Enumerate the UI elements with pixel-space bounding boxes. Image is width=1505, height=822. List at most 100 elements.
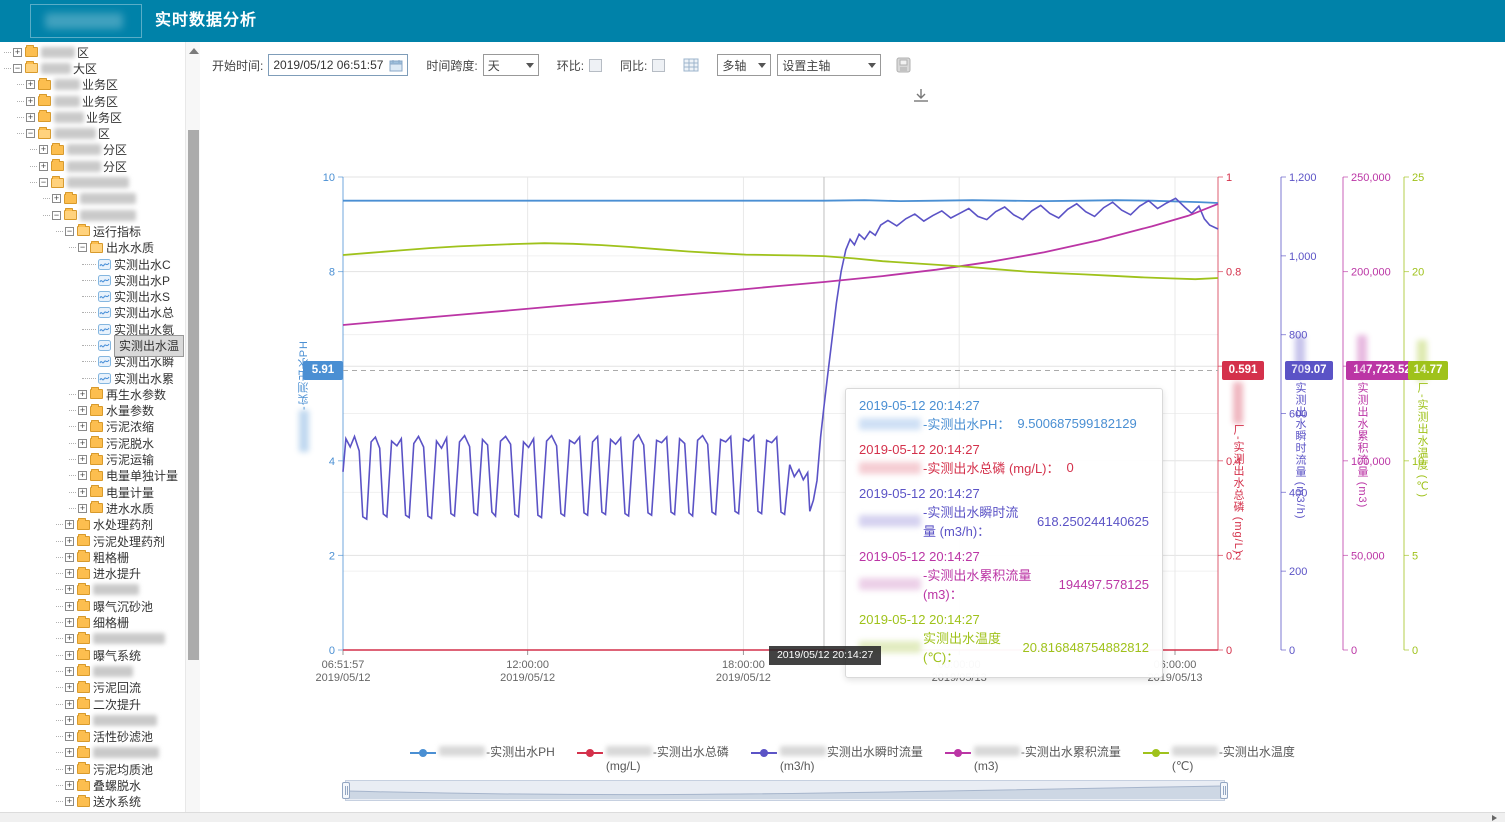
tree-item-区[interactable]: −区 — [0, 125, 185, 141]
tree-scrollbar[interactable] — [185, 42, 200, 812]
tree-item-叠螺脱水[interactable]: + 叠螺脱水 — [0, 777, 185, 793]
tree-item-label[interactable]: 污泥回流 — [93, 679, 141, 696]
expand-toggle[interactable]: + — [65, 700, 74, 709]
tree-item-实测出水S[interactable]: 实测出水S — [0, 288, 185, 304]
legend-item-实测出水PH[interactable]: -实测出水PH — [410, 745, 555, 760]
tree-item-label[interactable]: 细格栅 — [93, 614, 129, 631]
expand-toggle[interactable]: + — [65, 602, 74, 611]
tree-item-实测出水温[interactable]: 实测出水温 — [0, 337, 185, 353]
tree-item-活性砂滤池[interactable]: + 活性砂滤池 — [0, 728, 185, 744]
tree-item-label[interactable]: 运行指标 — [93, 223, 141, 240]
tree-item-水量参数[interactable]: +水量参数 — [0, 403, 185, 419]
expand-toggle[interactable]: + — [65, 667, 74, 676]
tree-item-label[interactable]: 业务区 — [82, 76, 118, 93]
legend-item-实测出水累积流量[interactable]: -实测出水累积流量(m3) — [945, 745, 1121, 773]
tree-item-曝气沉砂池[interactable]: + 曝气沉砂池 — [0, 598, 185, 614]
page-horizontal-scrollbar[interactable] — [0, 812, 1505, 822]
tree-item-大区[interactable]: − 大区 — [0, 60, 185, 76]
tree-item-label[interactable]: 区 — [98, 125, 110, 142]
tree-item-业务区[interactable]: + 业务区 — [0, 77, 185, 93]
tree-item-电量计量[interactable]: +电量计量 — [0, 484, 185, 500]
legend-item-实测出水温度[interactable]: -实测出水温度(℃) — [1143, 745, 1295, 773]
tree-item-污泥处理药剂[interactable]: +污泥处理药剂 — [0, 533, 185, 549]
tree-item-label[interactable]: 电量单独计量 — [106, 467, 178, 484]
tree-item-label[interactable]: 大区 — [73, 60, 97, 77]
expand-toggle[interactable]: + — [26, 80, 35, 89]
tree-item-水处理药剂[interactable]: + 水处理药剂 — [0, 517, 185, 533]
tree-item-label[interactable]: 实测出水S — [114, 288, 170, 305]
tree-item-进水提升[interactable]: +进水提升 — [0, 566, 185, 582]
legend-item-实测出水总磷[interactable]: -实测出水总磷(mg/L) — [577, 745, 729, 773]
tree-item-label[interactable]: 实测出水总 — [114, 304, 174, 321]
calendar-icon[interactable] — [389, 59, 403, 72]
tree-item-污泥脱水[interactable]: +污泥脱水 — [0, 435, 185, 451]
tree-item-label[interactable]: 分区 — [103, 141, 127, 158]
tree-item-label[interactable]: 区 — [77, 44, 89, 61]
collapse-toggle[interactable]: − — [78, 243, 87, 252]
tree-item-label[interactable]: 实测出水温 — [114, 335, 184, 357]
tree-item-label[interactable]: 送水系统 — [93, 793, 141, 810]
tree-item-label[interactable]: 进水提升 — [93, 565, 141, 582]
datazoom-right-handle[interactable] — [1220, 782, 1228, 799]
tree-item-出水水质[interactable]: − 出水水质 — [0, 240, 185, 256]
tree-item-label[interactable]: 再生水参数 — [106, 386, 166, 403]
collapse-toggle[interactable]: − — [13, 64, 22, 73]
time-span-select[interactable]: 天 — [483, 54, 539, 76]
expand-toggle[interactable]: + — [65, 797, 74, 806]
datazoom-left-handle[interactable] — [342, 782, 350, 799]
expand-toggle[interactable]: + — [26, 97, 35, 106]
expand-toggle[interactable]: + — [78, 455, 87, 464]
tree-item-业务区[interactable]: +业务区 — [0, 109, 185, 125]
expand-toggle[interactable]: + — [78, 439, 87, 448]
tree-item-label[interactable]: 电量计量 — [106, 484, 154, 501]
expand-toggle[interactable]: + — [65, 765, 74, 774]
expand-toggle[interactable]: + — [78, 504, 87, 513]
tree-item-业务区[interactable]: + 业务区 — [0, 93, 185, 109]
tree-item-label[interactable]: 叠螺脱水 — [93, 777, 141, 794]
expand-toggle[interactable]: + — [65, 585, 74, 594]
tree-item-label[interactable]: 出水水质 — [106, 239, 154, 256]
tree-item-label[interactable]: 粗格栅 — [93, 549, 129, 566]
scroll-up-arrow-icon[interactable] — [189, 48, 199, 54]
tree-item-进水水质[interactable]: +进水水质 — [0, 500, 185, 516]
tree-item-分区[interactable]: +分区 — [0, 142, 185, 158]
tree-item-label[interactable]: 实测出水C — [114, 256, 171, 273]
tree-item-redacted[interactable]: + — [0, 191, 185, 207]
expand-toggle[interactable]: + — [39, 162, 48, 171]
tree-item-label[interactable]: 二次提升 — [93, 696, 141, 713]
tree-item-label[interactable]: 污泥运输 — [106, 451, 154, 468]
expand-toggle[interactable]: + — [78, 471, 87, 480]
tree-item-运行指标[interactable]: −运行指标 — [0, 223, 185, 239]
tree-item-label[interactable]: 业务区 — [82, 93, 118, 110]
expand-toggle[interactable]: + — [65, 651, 74, 660]
tree-item-实测出水累[interactable]: 实测出水累 — [0, 370, 185, 386]
expand-toggle[interactable]: + — [65, 748, 74, 757]
tongbi-checkbox[interactable] — [652, 59, 665, 72]
tree-item-redacted[interactable]: + — [0, 663, 185, 679]
save-report-icon[interactable] — [895, 57, 912, 73]
tree-item-分区[interactable]: +分区 — [0, 158, 185, 174]
expand-toggle[interactable]: + — [13, 48, 22, 57]
tree-item-污泥均质池[interactable]: +污泥均质池 — [0, 761, 185, 777]
tree-item-label[interactable]: 活性砂滤池 — [93, 728, 153, 745]
tree-item-label[interactable]: 污泥浓缩 — [106, 418, 154, 435]
collapse-toggle[interactable]: − — [39, 178, 48, 187]
tree-item-实测出水P[interactable]: 实测出水P — [0, 272, 185, 288]
tree-item-送水系统[interactable]: + 送水系统 — [0, 794, 185, 810]
tree-item-区[interactable]: +区 — [0, 44, 185, 60]
expand-toggle[interactable]: + — [65, 732, 74, 741]
tree-item-label[interactable]: 业务区 — [86, 109, 122, 126]
legend-item-实测出水瞬时流量[interactable]: 实测出水瞬时流量(m3/h) — [751, 745, 923, 773]
tree-item-实测出水C[interactable]: 实测出水C — [0, 256, 185, 272]
tree-item-redacted[interactable]: + — [0, 712, 185, 728]
expand-toggle[interactable]: + — [65, 781, 74, 790]
tree-item-电量单独计量[interactable]: + 电量单独计量 — [0, 468, 185, 484]
tree-item-redacted[interactable]: + — [0, 582, 185, 598]
download-icon[interactable] — [910, 86, 932, 106]
tree-item-label[interactable]: 水处理药剂 — [93, 516, 153, 533]
tree-item-label[interactable]: 曝气沉砂池 — [93, 598, 153, 615]
tree-item-label[interactable]: 水量参数 — [106, 402, 154, 419]
expand-toggle[interactable]: + — [65, 520, 74, 529]
tree-item-污泥运输[interactable]: + 污泥运输 — [0, 451, 185, 467]
tree-item-曝气系统[interactable]: +曝气系统 — [0, 647, 185, 663]
